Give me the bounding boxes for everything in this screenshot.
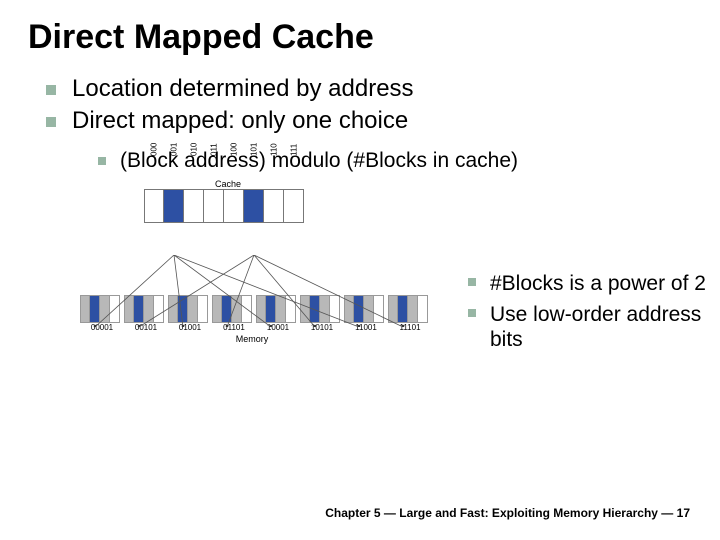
memory-cell xyxy=(232,295,242,323)
memory-segment xyxy=(388,295,428,323)
memory-segment xyxy=(80,295,120,323)
memory-cell xyxy=(198,295,208,323)
memory-cell xyxy=(344,295,354,323)
memory-cell xyxy=(374,295,384,323)
memory-cell xyxy=(134,295,144,323)
memory-cell xyxy=(242,295,252,323)
memory-segment xyxy=(212,295,252,323)
cache-cell: 011 xyxy=(204,189,224,223)
memory-segment xyxy=(256,295,296,323)
memory-cell xyxy=(124,295,134,323)
memory-cell-label: 00101 xyxy=(124,323,168,332)
slide: Direct Mapped Cache Location determined … xyxy=(0,0,720,540)
memory-cell xyxy=(90,295,100,323)
cache-cell-label: 101 xyxy=(249,143,258,156)
memory-cell-label: 10101 xyxy=(300,323,344,332)
memory-cell xyxy=(330,295,340,323)
right-bullet-list: #Blocks is a power of 2 Use low-order ad… xyxy=(468,271,708,359)
bullet-direct-mapped: Direct mapped: only one choice (Block ad… xyxy=(46,107,692,173)
memory-segment xyxy=(344,295,384,323)
memory-cell xyxy=(266,295,276,323)
memory-cell xyxy=(222,295,232,323)
memory-cell xyxy=(310,295,320,323)
cache-cell: 000 xyxy=(144,189,164,223)
memory-cell-label: 11001 xyxy=(344,323,388,332)
memory-cell-label: 10001 xyxy=(256,323,300,332)
cache-cell-label: 001 xyxy=(169,143,178,156)
memory-row xyxy=(80,295,438,323)
memory-cell xyxy=(110,295,120,323)
memory-caption: Memory xyxy=(78,334,426,344)
memory-cell xyxy=(276,295,286,323)
memory-cell-label: 01101 xyxy=(212,323,256,332)
memory-cell xyxy=(212,295,222,323)
memory-cell xyxy=(300,295,310,323)
bullet-location: Location determined by address xyxy=(46,75,692,103)
memory-cell xyxy=(168,295,178,323)
cache-cell: 001 xyxy=(164,189,184,223)
cache-cell: 111 xyxy=(284,189,304,223)
slide-footer: Chapter 5 — Large and Fast: Exploiting M… xyxy=(325,506,690,520)
bullet-low-order-bits: Use low-order address bits xyxy=(468,302,708,352)
memory-cell xyxy=(188,295,198,323)
memory-cell xyxy=(418,295,428,323)
memory-segment xyxy=(300,295,340,323)
cache-cell: 100 xyxy=(224,189,244,223)
cache-memory-figure: Cache 000001010011100101110111 000010010… xyxy=(78,179,438,344)
cache-cell: 010 xyxy=(184,189,204,223)
memory-segment xyxy=(124,295,164,323)
cache-cell-label: 100 xyxy=(229,143,238,156)
memory-cell xyxy=(398,295,408,323)
memory-cell xyxy=(178,295,188,323)
sub-bullet-list: (Block address) modulo (#Blocks in cache… xyxy=(72,149,692,173)
top-bullet-list: Location determined by address Direct ma… xyxy=(28,75,692,173)
memory-cell-label: 00001 xyxy=(80,323,124,332)
memory-cell xyxy=(286,295,296,323)
cache-cell: 110 xyxy=(264,189,284,223)
cache-row: 000001010011100101110111 xyxy=(144,189,438,223)
bullet-direct-mapped-text: Direct mapped: only one choice xyxy=(72,107,408,134)
cache-cell-label: 110 xyxy=(269,143,278,156)
slide-title: Direct Mapped Cache xyxy=(28,18,692,57)
memory-cell xyxy=(144,295,154,323)
cache-cell-label: 000 xyxy=(150,143,159,156)
bullet-power-of-2: #Blocks is a power of 2 xyxy=(468,271,708,296)
memory-cell xyxy=(100,295,110,323)
cache-cell-label: 111 xyxy=(289,144,298,156)
memory-cell xyxy=(256,295,266,323)
memory-cell-label: 11101 xyxy=(388,323,432,332)
memory-cell xyxy=(154,295,164,323)
memory-cell-label: 01001 xyxy=(168,323,212,332)
cache-cell: 101 xyxy=(244,189,264,223)
cache-cell-label: 010 xyxy=(189,143,198,156)
memory-cell xyxy=(354,295,364,323)
memory-cell xyxy=(364,295,374,323)
memory-cell xyxy=(320,295,330,323)
memory-cell xyxy=(80,295,90,323)
sub-bullet-modulo: (Block address) modulo (#Blocks in cache… xyxy=(98,149,692,173)
cache-cell-label: 011 xyxy=(209,143,218,156)
memory-cell xyxy=(388,295,398,323)
cache-caption: Cache xyxy=(198,179,258,189)
memory-cell xyxy=(408,295,418,323)
memory-label-row: 0000100101010010110110001101011100111101 xyxy=(80,323,438,332)
memory-segment xyxy=(168,295,208,323)
